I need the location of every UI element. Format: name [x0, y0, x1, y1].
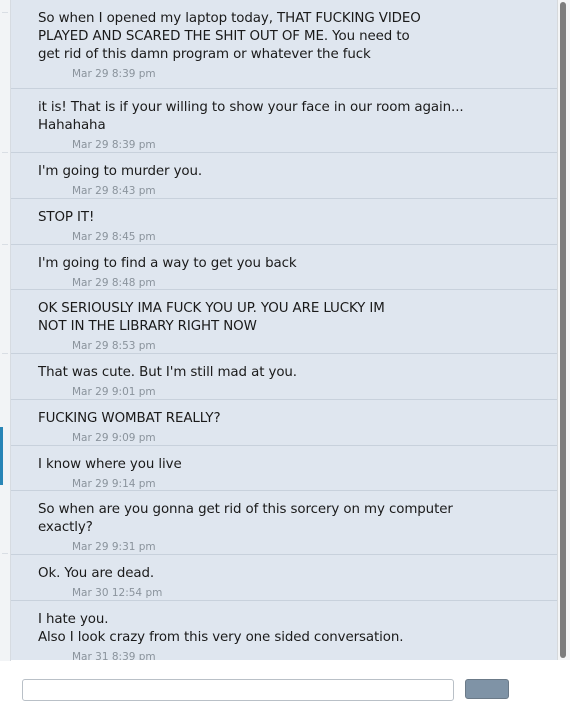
left-panel-divider: [2, 553, 8, 554]
message-timestamp: Mar 29 9:01 pm: [72, 386, 156, 398]
message-text: OK SERIOUSLY IMA FUCK YOU UP. YOU ARE LU…: [38, 301, 385, 334]
message-timestamp: Mar 30 12:54 pm: [72, 587, 163, 599]
message-text: So when I opened my laptop today, THAT F…: [38, 11, 421, 62]
left-panel-edge: [0, 0, 11, 683]
message-input[interactable]: [22, 679, 454, 701]
message-item: I hate you. Also I look crazy from this …: [11, 601, 557, 660]
send-button[interactable]: [465, 679, 509, 699]
message-list-scrollbar[interactable]: [557, 0, 570, 660]
message-timestamp: Mar 29 9:09 pm: [72, 432, 156, 444]
message-text: That was cute. But I'm still mad at you.: [38, 365, 297, 380]
message-text: STOP IT!: [38, 210, 95, 225]
message-item: That was cute. But I'm still mad at you.…: [11, 354, 557, 400]
message-item: OK SERIOUSLY IMA FUCK YOU UP. YOU ARE LU…: [11, 290, 557, 354]
message-timestamp: Mar 29 8:43 pm: [72, 185, 156, 197]
message-item: I'm going to find a way to get you back …: [11, 245, 557, 290]
message-item: I know where you live Mar 29 9:14 pm: [11, 446, 557, 491]
message-text: I'm going to find a way to get you back: [38, 256, 297, 271]
message-composer: [0, 661, 570, 701]
message-text: it is! That is if your willing to show y…: [38, 100, 464, 133]
message-timestamp: Mar 29 9:31 pm: [72, 541, 156, 553]
scrollbar-thumb[interactable]: [560, 2, 566, 658]
message-timestamp: Mar 29 8:39 pm: [72, 68, 156, 80]
message-text: I know where you live: [38, 457, 182, 472]
message-list: So when I opened my laptop today, THAT F…: [11, 0, 557, 660]
message-text: I hate you. Also I look crazy from this …: [38, 612, 404, 645]
message-timestamp: Mar 29 9:14 pm: [72, 478, 156, 490]
message-text: Ok. You are dead.: [38, 566, 155, 581]
message-timestamp: Mar 29 8:53 pm: [72, 340, 156, 352]
left-panel-divider: [2, 152, 8, 153]
message-item: STOP IT! Mar 29 8:45 pm: [11, 199, 557, 245]
left-panel-divider: [2, 353, 8, 354]
message-timestamp: Mar 29 8:45 pm: [72, 231, 156, 243]
message-item: So when are you gonna get rid of this so…: [11, 491, 557, 555]
message-item: So when I opened my laptop today, THAT F…: [11, 0, 557, 89]
message-item: it is! That is if your willing to show y…: [11, 89, 557, 153]
message-text: So when are you gonna get rid of this so…: [38, 502, 453, 535]
message-timestamp: Mar 29 8:48 pm: [72, 277, 156, 289]
selected-conversation-indicator: [0, 427, 3, 485]
left-panel-divider: [2, 244, 8, 245]
message-item: Ok. You are dead. Mar 30 12:54 pm: [11, 555, 557, 601]
message-text: I'm going to murder you.: [38, 164, 203, 179]
left-panel-divider: [2, 12, 8, 13]
message-timestamp: Mar 31 8:39 pm: [72, 651, 156, 660]
message-timestamp: Mar 29 8:39 pm: [72, 139, 156, 151]
message-item: FUCKING WOMBAT REALLY? Mar 29 9:09 pm: [11, 400, 557, 446]
message-item: I'm going to murder you. Mar 29 8:43 pm: [11, 153, 557, 199]
message-text: FUCKING WOMBAT REALLY?: [38, 411, 221, 426]
